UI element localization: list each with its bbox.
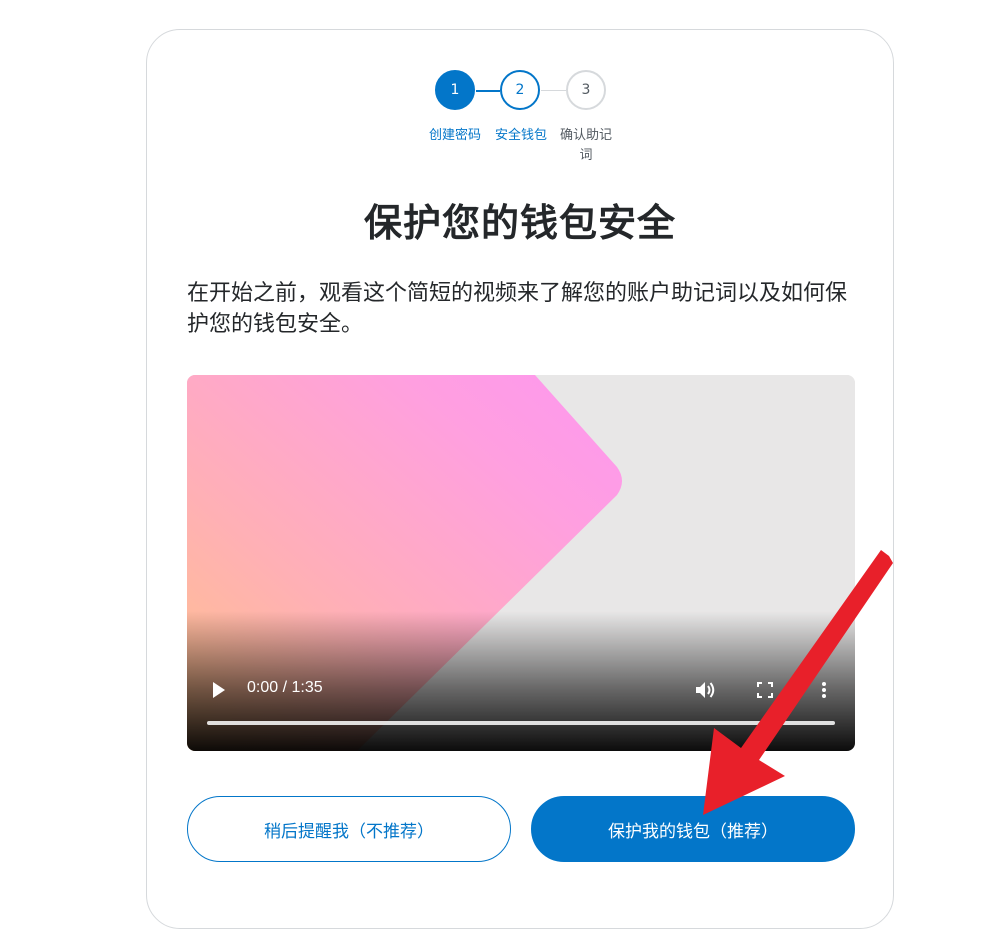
video-player[interactable]: 0:00 / 1:35: [187, 375, 855, 751]
remind-later-button[interactable]: 稍后提醒我（不推荐）: [187, 796, 511, 862]
step-1-label: 创建密码: [428, 128, 481, 143]
volume-icon[interactable]: [695, 680, 717, 700]
step-3-label-line1: 确认助记: [559, 128, 612, 143]
step-2-label: 安全钱包: [494, 128, 547, 143]
page-title: 保护您的钱包安全: [363, 201, 676, 245]
fullscreen-icon[interactable]: [757, 682, 773, 698]
stepper-connector-1: [476, 90, 500, 92]
play-icon[interactable]: [212, 681, 226, 699]
page-description: 在开始之前，观看这个简短的视频来了解您的账户助记词以及如何保护您的钱包安全。: [187, 281, 848, 337]
progress-stepper: 1 2 3 创建密码 安全钱包 确认助记 词: [0, 0, 987, 170]
step-3-label-line2: 词: [579, 148, 593, 163]
step-3-circle: 3: [566, 70, 606, 110]
step-2-circle: 2: [500, 70, 540, 110]
step-3-label: 确认助记 词: [553, 126, 619, 166]
more-vertical-icon[interactable]: [821, 681, 827, 699]
video-progress-bar[interactable]: [207, 721, 835, 725]
secure-wallet-button[interactable]: 保护我的钱包（推荐）: [531, 796, 855, 862]
video-time: 0:00 / 1:35: [247, 679, 323, 696]
stepper-connector-2: [541, 90, 566, 91]
step-1-circle: 1: [435, 70, 475, 110]
